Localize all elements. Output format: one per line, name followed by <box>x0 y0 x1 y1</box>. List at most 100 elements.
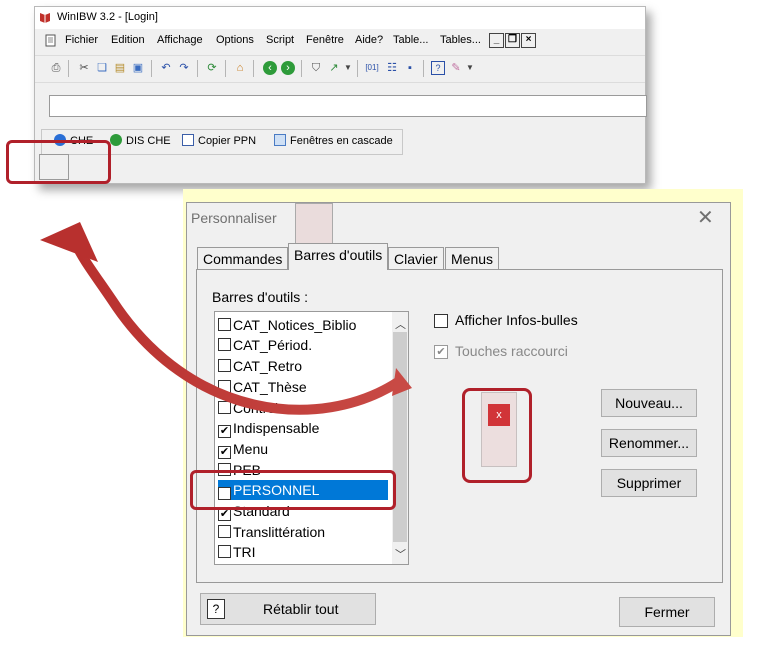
help-icon[interactable]: ? <box>431 61 445 75</box>
toolbar-item-label: DIS CHE <box>126 135 171 147</box>
list-item-label: Menu <box>233 441 269 457</box>
menu-edition[interactable]: Edition <box>111 34 145 46</box>
checkbox[interactable] <box>218 359 231 372</box>
list-item[interactable]: CAT_Thèse <box>218 377 388 397</box>
tool-icon[interactable]: ↗ <box>327 61 341 75</box>
command-input[interactable] <box>49 95 647 117</box>
checkbox[interactable] <box>218 401 231 414</box>
toolbar-separator <box>357 60 358 77</box>
toolbar-separator <box>253 60 254 77</box>
list-item-label: TRI <box>233 544 256 560</box>
checkbox[interactable] <box>218 380 231 393</box>
list-item[interactable]: CAT_Retro <box>218 356 388 376</box>
find-icon[interactable]: ▣ <box>131 61 145 75</box>
shortcuts-label: Touches raccourci <box>455 343 568 359</box>
close-icon[interactable]: ✕ <box>697 205 714 230</box>
toolbar-item-copier-ppn[interactable]: Copier PPN <box>182 134 256 147</box>
app-icon <box>39 11 51 23</box>
list-item[interactable]: ✔ Menu <box>218 439 388 459</box>
list-item-label: Indispensable <box>233 420 320 436</box>
grid-icon[interactable]: ☷ <box>385 61 399 75</box>
vertical-scrollbar[interactable]: ︿ ﹀ <box>392 312 408 564</box>
eraser-icon[interactable]: ✎ <box>449 61 463 75</box>
toolbar-item-label: Fenêtres en cascade <box>290 135 393 147</box>
chevron-up-icon[interactable]: ︿ <box>395 316 406 332</box>
back-icon[interactable]: ‹ <box>263 61 277 75</box>
tab-barres-outils[interactable]: Barres d'outils <box>288 243 389 270</box>
tab-commandes[interactable]: Commandes <box>197 247 289 269</box>
tab-clavier[interactable]: Clavier <box>388 247 444 269</box>
chevron-down-icon[interactable]: ﹀ <box>395 546 406 562</box>
toolbar-listbox[interactable]: CAT_Notices_Biblio CAT_Périod. CAT_Retro… <box>214 311 409 565</box>
highlight-preview <box>462 388 532 483</box>
refresh-icon[interactable]: ⟳ <box>205 61 219 75</box>
list-item-label: CAT_Retro <box>233 358 302 374</box>
toolbar-item-dis-che[interactable]: DIS CHE <box>110 134 171 147</box>
menu-options[interactable]: Options <box>216 34 254 46</box>
list-item[interactable]: Contrôle <box>218 398 388 418</box>
filter-icon[interactable]: ⛉ <box>309 61 323 75</box>
toolbar-separator <box>68 60 69 77</box>
dialog-title: Personnaliser <box>191 210 277 226</box>
toolbar-separator <box>423 60 424 77</box>
reset-button[interactable]: ? Rétablir tout <box>200 593 376 625</box>
forward-icon[interactable]: › <box>281 61 295 75</box>
help-icon: ? <box>207 599 225 619</box>
window-title: WinIBW 3.2 - [Login] <box>57 11 158 23</box>
minimize-child-button[interactable]: _ <box>489 33 504 48</box>
restore-child-button[interactable]: ❐ <box>505 33 520 48</box>
cut-icon[interactable]: ✂ <box>77 61 91 75</box>
menu-script[interactable]: Script <box>266 34 294 46</box>
menu-fenetre[interactable]: Fenêtre <box>306 34 344 46</box>
list-item[interactable]: TRI <box>218 542 388 562</box>
checkbox[interactable] <box>218 318 231 331</box>
binary-icon[interactable]: [01] <box>365 61 379 75</box>
menu-fichier[interactable]: Fichier <box>65 34 98 46</box>
close-child-button[interactable]: × <box>521 33 536 48</box>
print-icon[interactable]: ⎙ <box>49 61 63 75</box>
menu-aide[interactable]: Aide? <box>355 34 383 46</box>
toolbar-item-label: Copier PPN <box>198 135 257 147</box>
delete-button[interactable]: Supprimer <box>601 469 697 497</box>
winibw-window: WinIBW 3.2 - [Login] Fichier Edition Aff… <box>34 6 647 184</box>
reset-label: Rétablir tout <box>263 601 339 617</box>
chevron-down-icon[interactable]: ▼ <box>463 61 477 75</box>
list-label: Barres d'outils : <box>212 289 309 305</box>
menu-tables[interactable]: Tables... <box>440 34 481 46</box>
chevron-down-icon[interactable]: ▼ <box>341 61 355 75</box>
save-icon[interactable]: ▪ <box>403 61 417 75</box>
list-item-label: CAT_Périod. <box>233 337 313 353</box>
checkbox[interactable] <box>218 525 231 538</box>
copy-icon[interactable]: ❏ <box>95 61 109 75</box>
list-item[interactable]: Translittération <box>218 522 388 542</box>
paste-icon[interactable]: ▤ <box>113 61 127 75</box>
title-bar: WinIBW 3.2 - [Login] <box>35 7 645 29</box>
redo-icon[interactable]: ↷ <box>177 61 191 75</box>
menu-bar: Fichier Edition Affichage Options Script… <box>35 31 645 51</box>
checkbox-doc-icon <box>182 134 194 146</box>
list-item[interactable]: CAT_Notices_Biblio <box>218 315 388 335</box>
checkbox[interactable]: ✔ <box>218 446 231 459</box>
standard-toolbar: ⎙ ✂ ❏ ▤ ▣ ↶ ↷ ⟳ ⌂ ‹ › ⛉ ↗ ▼ [01] ☷ ▪ ? ✎… <box>35 55 645 83</box>
tab-menus[interactable]: Menus <box>445 247 500 269</box>
new-button[interactable]: Nouveau... <box>601 389 697 417</box>
shortcuts-checkbox[interactable]: ✔ <box>434 345 448 359</box>
personnaliser-dialog: Personnaliser ✕ Commandes Barres d'outil… <box>186 202 731 636</box>
tooltips-checkbox[interactable] <box>434 314 448 328</box>
toolbar-separator <box>301 60 302 77</box>
menu-affichage[interactable]: Affichage <box>157 34 203 46</box>
list-item-label: Translittération <box>233 524 326 540</box>
home-icon[interactable]: ⌂ <box>233 61 247 75</box>
checkbox[interactable]: ✔ <box>218 425 231 438</box>
checkbox[interactable] <box>218 338 231 351</box>
checkbox[interactable] <box>218 545 231 558</box>
undo-icon[interactable]: ↶ <box>159 61 173 75</box>
close-button[interactable]: Fermer <box>619 597 715 627</box>
list-item-label: CAT_Thèse <box>233 379 307 395</box>
rename-button[interactable]: Renommer... <box>601 429 697 457</box>
toolbar-item-cascade[interactable]: Fenêtres en cascade <box>274 134 393 147</box>
scrollbar-thumb[interactable] <box>393 332 407 542</box>
menu-table[interactable]: Table... <box>393 34 428 46</box>
list-item[interactable]: ✔ Indispensable <box>218 418 388 438</box>
list-item[interactable]: CAT_Périod. <box>218 335 388 355</box>
